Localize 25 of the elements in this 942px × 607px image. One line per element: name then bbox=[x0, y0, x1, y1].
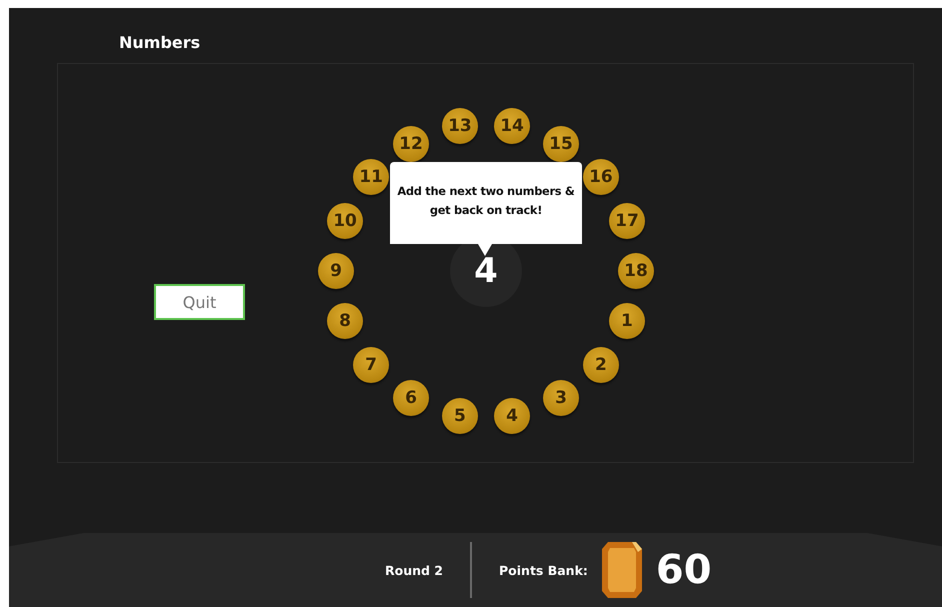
number-coin[interactable]: 17 bbox=[608, 202, 645, 239]
round-label: Round 2 bbox=[385, 562, 444, 578]
number-coin[interactable]: 2 bbox=[582, 347, 619, 384]
quit-button[interactable]: Quit bbox=[154, 284, 245, 320]
number-coin[interactable]: 3 bbox=[543, 380, 579, 416]
number-coin[interactable]: 15 bbox=[543, 126, 579, 162]
number-coin[interactable]: 18 bbox=[618, 253, 654, 289]
points-bank-label: Points Bank: bbox=[499, 562, 588, 578]
number-coin[interactable]: 7 bbox=[353, 347, 390, 384]
points-value: 60 bbox=[656, 547, 712, 593]
hint-callout: Add the next two numbers & get back on track! bbox=[390, 162, 582, 256]
number-coin[interactable]: 8 bbox=[327, 303, 364, 340]
number-coin[interactable]: 4 bbox=[494, 398, 530, 434]
number-coin[interactable]: 14 bbox=[494, 108, 530, 144]
number-coin[interactable]: 12 bbox=[393, 126, 429, 162]
number-coin[interactable]: 11 bbox=[353, 158, 390, 194]
number-coin[interactable]: 5 bbox=[442, 398, 478, 434]
number-coin[interactable]: 1 bbox=[608, 303, 645, 340]
number-coin[interactable]: 13 bbox=[442, 108, 478, 144]
screen-title: Numbers bbox=[119, 33, 200, 54]
gem-icon bbox=[602, 542, 642, 598]
number-coin[interactable]: 6 bbox=[393, 380, 429, 416]
number-coin[interactable]: 9 bbox=[318, 253, 354, 289]
number-coin[interactable]: 16 bbox=[582, 158, 619, 194]
number-coin[interactable]: 10 bbox=[327, 202, 364, 239]
